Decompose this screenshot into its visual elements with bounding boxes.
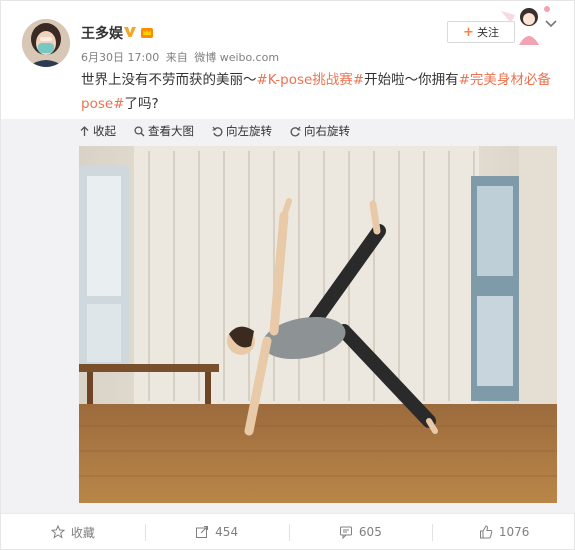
avatar[interactable] bbox=[22, 19, 70, 67]
rotate-right-label: 向右旋转 bbox=[304, 124, 350, 138]
post-date[interactable]: 6月30日 17:00 bbox=[81, 51, 159, 64]
post-meta: 6月30日 17:00 来自 微博 weibo.com bbox=[81, 49, 279, 65]
thumbs-up-icon bbox=[479, 525, 493, 539]
weibo-post-card: 王多娱 6月30日 17:00 来自 微博 weibo.com + 关注 世界上… bbox=[0, 0, 575, 550]
comment-button[interactable]: 605 bbox=[288, 514, 433, 550]
post-source[interactable]: 微博 weibo.com bbox=[194, 51, 279, 64]
post-action-bar: 收藏 454 605 1076 bbox=[1, 513, 575, 550]
view-large-button[interactable]: 查看大图 bbox=[134, 123, 194, 139]
repost-count: 454 bbox=[215, 525, 239, 539]
chevron-down-icon[interactable] bbox=[544, 19, 558, 29]
username[interactable]: 王多娱 bbox=[81, 23, 123, 43]
arrow-up-icon bbox=[80, 125, 89, 136]
follow-label: 关注 bbox=[476, 26, 499, 39]
rotate-left-label: 向左旋转 bbox=[226, 124, 272, 138]
media-toolbar: 收起 查看大图 向左旋转 向右旋转 bbox=[79, 123, 350, 139]
collapse-button[interactable]: 收起 bbox=[79, 123, 116, 139]
vip-crown-icon[interactable] bbox=[140, 25, 154, 39]
like-button[interactable]: 1076 bbox=[432, 514, 575, 550]
comment-count: 605 bbox=[358, 525, 382, 539]
verified-v-icon[interactable] bbox=[123, 25, 137, 39]
post-text-part: 了吗? bbox=[124, 96, 159, 112]
rotate-left-button[interactable]: 向左旋转 bbox=[212, 123, 272, 139]
magnifier-icon bbox=[134, 125, 145, 136]
star-icon bbox=[50, 525, 65, 539]
favorite-button[interactable]: 收藏 bbox=[1, 514, 145, 550]
repost-icon bbox=[196, 526, 209, 538]
post-text: 世界上没有不劳而获的美丽～#K-pose挑战赛#开始啦～你拥有#完美身材必备po… bbox=[81, 68, 551, 116]
view-large-label: 查看大图 bbox=[148, 124, 194, 138]
repost-button[interactable]: 454 bbox=[144, 514, 289, 550]
favorite-label: 收藏 bbox=[70, 525, 95, 540]
source-prefix: 来自 bbox=[165, 51, 188, 64]
rotate-left-icon bbox=[212, 126, 223, 136]
rotate-right-button[interactable]: 向右旋转 bbox=[290, 123, 350, 139]
post-text-part: 世界上没有不劳而获的美丽～ bbox=[81, 72, 257, 88]
comment-icon bbox=[339, 526, 352, 539]
plus-icon: + bbox=[463, 24, 474, 40]
hashtag-kpose[interactable]: #K-pose挑战赛# bbox=[257, 72, 365, 88]
collapse-label: 收起 bbox=[93, 124, 116, 138]
avatar-image bbox=[22, 19, 70, 67]
like-count: 1076 bbox=[498, 525, 530, 539]
post-photo[interactable] bbox=[79, 146, 557, 503]
rotate-right-icon bbox=[290, 126, 301, 136]
post-text-part: 开始啦～你拥有 bbox=[364, 72, 459, 88]
